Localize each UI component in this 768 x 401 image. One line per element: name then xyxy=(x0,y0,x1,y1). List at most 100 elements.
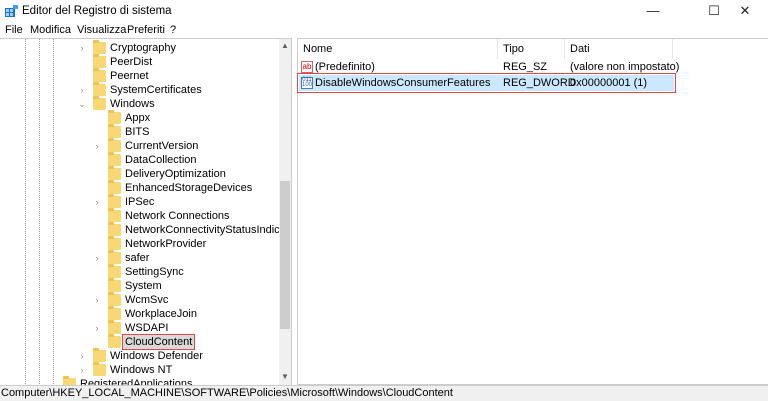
value-row-selected[interactable]: 011 100 DisableWindowsConsumerFeatures RE… xyxy=(297,73,676,93)
menu-visualizza[interactable]: Visualizza xyxy=(77,24,126,36)
menu-help[interactable]: ? xyxy=(170,24,176,36)
folder-icon xyxy=(93,68,106,82)
tree-item-label: BITS xyxy=(125,126,150,138)
expand-chevron-icon[interactable]: › xyxy=(92,195,102,209)
tree-item[interactable]: WorkplaceJoin xyxy=(0,306,278,321)
tree-item[interactable]: › CurrentVersion xyxy=(0,138,278,153)
tree-item[interactable]: Peernet xyxy=(0,68,278,83)
column-header-type[interactable]: Tipo xyxy=(498,39,565,59)
menu-bar: File Modifica Visualizza Preferiti ? xyxy=(0,23,768,38)
tree-item-label: Peernet xyxy=(110,70,149,82)
scrollbar-thumb[interactable] xyxy=(280,181,290,329)
value-data: (valore non impostato) xyxy=(570,61,680,73)
folder-icon xyxy=(108,110,121,124)
menu-modifica[interactable]: Modifica xyxy=(30,24,71,36)
tree-item[interactable]: Appx xyxy=(0,110,278,125)
tree-item[interactable]: PeerDist xyxy=(0,54,278,69)
tree-item-label: PeerDist xyxy=(110,56,153,68)
tree-item[interactable]: DataCollection xyxy=(0,152,278,167)
value-name: (Predefinito) xyxy=(315,61,375,73)
registry-key-tree[interactable]: › Cryptography PeerDist Peernet › SystemCerti… xyxy=(0,38,292,385)
folder-icon xyxy=(108,166,121,180)
tree-item-label: WSDAPI xyxy=(125,322,169,334)
tree-item-label: Cryptography xyxy=(110,42,177,54)
column-header-data[interactable]: Dati xyxy=(565,39,673,59)
tree-item-label: NetworkProvider xyxy=(125,238,207,250)
tree-item[interactable]: › Windows NT xyxy=(0,362,278,377)
dword-value-icon: 011 100 xyxy=(301,77,313,89)
folder-icon xyxy=(108,180,121,194)
close-button[interactable]: ✕ xyxy=(722,0,768,22)
folder-icon xyxy=(108,194,121,208)
expand-chevron-icon[interactable]: › xyxy=(77,363,87,377)
tree-item-label: safer xyxy=(125,252,150,264)
tree-item-label: Windows Defender xyxy=(110,350,203,362)
title-bar: Editor del Registro di sistema — ☐ ✕ xyxy=(0,0,768,22)
tree-item-label: DataCollection xyxy=(125,154,197,166)
expand-chevron-icon[interactable]: › xyxy=(92,251,102,265)
tree-item[interactable]: › Windows Defender xyxy=(0,348,278,363)
tree-item[interactable]: BITS xyxy=(0,124,278,139)
tree-item[interactable]: RegisteredApplications xyxy=(0,376,278,385)
tree-scrollbar[interactable]: ▲ ▼ xyxy=(279,39,291,385)
folder-icon xyxy=(108,152,121,166)
folder-icon xyxy=(93,40,106,54)
tree-item-label: CloudContent xyxy=(121,334,196,350)
tree-item[interactable]: SettingSync xyxy=(0,264,278,279)
minimize-button[interactable]: — xyxy=(630,0,676,22)
regedit-app-icon xyxy=(5,5,18,17)
value-type: REG_DWORD xyxy=(503,77,576,89)
tree-item-label: System xyxy=(125,280,162,292)
tree-item[interactable]: › Cryptography xyxy=(0,40,278,55)
values-pane[interactable]: Nome Tipo Dati ab (Predefinito) REG_SZ (… xyxy=(297,38,768,385)
tree-item[interactable]: System xyxy=(0,278,278,293)
folder-icon xyxy=(93,96,106,110)
expand-chevron-icon[interactable]: › xyxy=(77,349,87,363)
tree-item-label: Windows xyxy=(110,98,155,110)
expand-chevron-icon[interactable]: › xyxy=(77,83,87,97)
folder-icon xyxy=(108,278,121,292)
menu-file[interactable]: File xyxy=(5,24,23,36)
tree-item[interactable]: › WSDAPI xyxy=(0,320,278,335)
expand-chevron-icon[interactable]: › xyxy=(77,41,87,55)
tree-item[interactable]: EnhancedStorageDevices xyxy=(0,180,278,195)
expand-chevron-icon[interactable]: › xyxy=(92,293,102,307)
folder-icon xyxy=(108,208,121,222)
value-row[interactable]: ab (Predefinito) REG_SZ (valore non impo… xyxy=(298,59,680,75)
folder-icon xyxy=(93,348,106,362)
scroll-up-arrow-icon[interactable]: ▲ xyxy=(279,41,291,50)
tree-item[interactable]: NetworkConnectivityStatusIndicator xyxy=(0,222,291,237)
collapse-chevron-icon[interactable]: ⌄ xyxy=(77,97,87,111)
expand-chevron-icon[interactable]: › xyxy=(92,139,102,153)
tree-item-label: WorkplaceJoin xyxy=(125,308,197,320)
tree-item[interactable]: NetworkProvider xyxy=(0,236,278,251)
tree-item[interactable]: Network Connections xyxy=(0,208,278,223)
tree-item-label: WcmSvc xyxy=(125,294,169,306)
tree-item-label: Network Connections xyxy=(125,210,230,222)
folder-icon xyxy=(93,82,106,96)
value-type: REG_SZ xyxy=(503,61,548,73)
window-title: Editor del Registro di sistema xyxy=(22,5,172,17)
tree-item[interactable]: › SystemCertificates xyxy=(0,82,278,97)
tree-item-label: EnhancedStorageDevices xyxy=(125,182,253,194)
folder-icon xyxy=(63,376,76,385)
folder-icon xyxy=(93,54,106,68)
menu-preferiti[interactable]: Preferiti xyxy=(127,24,165,36)
value-name: DisableWindowsConsumerFeatures xyxy=(315,77,491,89)
scroll-down-arrow-icon[interactable]: ▼ xyxy=(279,372,291,381)
folder-icon xyxy=(108,250,121,264)
expand-chevron-icon[interactable]: › xyxy=(92,321,102,335)
status-bar-path: Computer\HKEY_LOCAL_MACHINE\SOFTWARE\Pol… xyxy=(0,385,768,401)
string-value-icon: ab xyxy=(301,61,313,73)
tree-item[interactable]: CloudContent xyxy=(0,334,278,350)
column-header-name[interactable]: Nome xyxy=(298,39,498,59)
tree-item-label: NetworkConnectivityStatusIndicator xyxy=(125,224,292,236)
tree-item-label: Appx xyxy=(125,112,151,124)
tree-item[interactable]: › safer xyxy=(0,250,278,265)
tree-item[interactable]: DeliveryOptimization xyxy=(0,166,278,181)
tree-item[interactable]: ⌄ Windows xyxy=(0,96,278,111)
tree-item[interactable]: › WcmSvc xyxy=(0,292,278,307)
folder-icon xyxy=(108,334,121,348)
folder-icon xyxy=(108,222,121,236)
tree-item[interactable]: › IPSec xyxy=(0,194,278,209)
